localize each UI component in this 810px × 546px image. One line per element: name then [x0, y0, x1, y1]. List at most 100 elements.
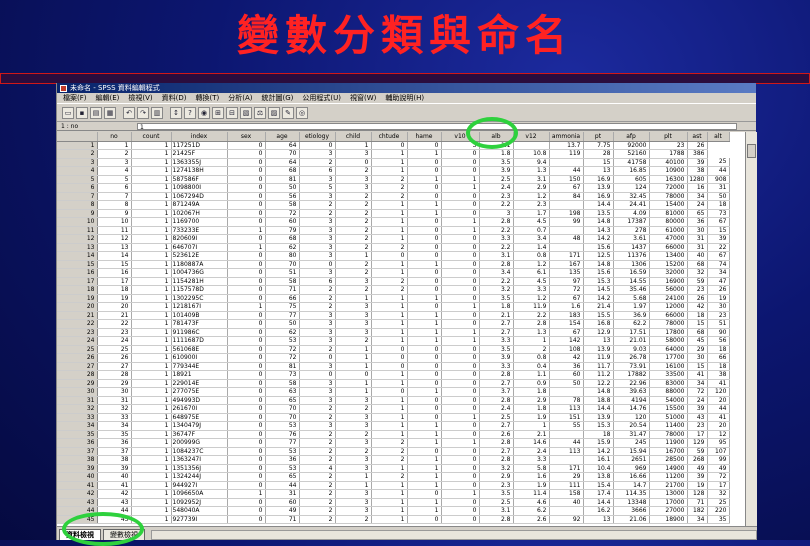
cell-age[interactable]: 81 — [265, 362, 300, 371]
cell-hame[interactable]: 1 — [407, 387, 442, 397]
cell-count[interactable]: 1 — [131, 175, 172, 184]
cell-plt[interactable]: 51000 — [649, 413, 688, 422]
cell-afp[interactable]: 17.51 — [613, 328, 650, 337]
cell-v12[interactable]: 2.8 — [513, 319, 550, 329]
cell-alt[interactable]: 22 — [707, 243, 730, 252]
cell-count[interactable]: 1 — [131, 489, 172, 499]
cell-afp[interactable]: 2651 — [613, 455, 650, 465]
cell-alt[interactable]: 74 — [707, 260, 730, 269]
cell-hame[interactable]: 0 — [407, 515, 442, 524]
cell-v10[interactable]: 0 — [441, 251, 480, 261]
cell-v10[interactable]: 0 — [441, 285, 480, 295]
cell-plt[interactable]: 16700 — [649, 447, 688, 456]
cell-child[interactable]: 2 — [335, 268, 372, 278]
cell-alb[interactable]: 3.4 — [479, 268, 514, 278]
cell-plt[interactable]: 80000 — [649, 217, 688, 227]
cell-pt[interactable]: 18.8 — [583, 396, 614, 405]
cell-age[interactable]: 44 — [265, 481, 300, 490]
cell-v12[interactable]: 5.8 — [513, 464, 550, 473]
cell-afp[interactable]: 14.55 — [613, 277, 650, 286]
cell-index[interactable]: 117251D — [171, 141, 228, 150]
cell-no[interactable]: 24 — [97, 336, 132, 346]
cell-hame[interactable]: 0 — [407, 243, 442, 252]
row-number[interactable]: 23 — [57, 328, 98, 337]
column-header-ammonia[interactable]: ammonia — [549, 132, 584, 142]
cell-v12[interactable]: 4.5 — [513, 217, 550, 227]
cell-ast[interactable]: 19 — [687, 481, 708, 490]
menu-window[interactable]: 視窗(W) — [350, 93, 376, 104]
row-number[interactable]: 26 — [57, 353, 98, 363]
cell-ammonia[interactable]: 92 — [549, 515, 584, 524]
cell-hame[interactable]: 0 — [407, 404, 442, 414]
cell-hame[interactable]: 0 — [407, 345, 442, 354]
cell-hame[interactable]: 1 — [407, 421, 442, 431]
menu-view[interactable]: 檢視(V) — [128, 93, 152, 104]
cell-alb[interactable]: 3.3 — [479, 336, 514, 346]
cell-alb[interactable]: 2.9 — [479, 472, 514, 482]
cell-etiology[interactable]: 2 — [299, 481, 336, 490]
cell-pt[interactable]: 13.9 — [583, 413, 614, 422]
cell-hame[interactable]: 1 — [407, 175, 442, 184]
row-number[interactable]: 35 — [57, 430, 98, 439]
cell-afp[interactable]: 605 — [613, 175, 650, 184]
cell-afp[interactable]: 4194 — [613, 396, 650, 405]
cell-alb[interactable]: 2.8 — [479, 515, 514, 524]
cell-ast[interactable]: 42 — [687, 302, 708, 312]
cell-plt[interactable]: 40100 — [649, 158, 688, 167]
cell-hame[interactable]: 0 — [407, 489, 442, 499]
cell-etiology[interactable]: 6 — [299, 277, 336, 286]
cell-alb[interactable]: 2.8 — [479, 396, 514, 405]
cell-v12[interactable]: 1.2 — [513, 294, 550, 303]
row-number[interactable]: 1 — [57, 141, 98, 150]
cell-v10[interactable]: 1 — [441, 175, 480, 184]
cell-hame[interactable]: 1 — [407, 260, 442, 269]
cell-alb[interactable]: 3.2 — [479, 285, 514, 295]
cell-no[interactable]: 42 — [97, 489, 132, 499]
column-header-ast[interactable]: ast — [687, 132, 708, 142]
cell-v12[interactable]: 0.8 — [513, 251, 550, 261]
cell-v12[interactable]: 1.8 — [513, 404, 550, 414]
cell-v12[interactable]: 10.8 — [513, 149, 550, 159]
row-number[interactable]: 30 — [57, 387, 98, 397]
cell-chtude[interactable]: 2 — [371, 183, 408, 193]
cell-count[interactable]: 1 — [131, 285, 172, 295]
cell-age[interactable]: 36 — [265, 455, 300, 465]
cell-pt[interactable]: 14.8 — [583, 217, 614, 227]
cell-sex[interactable]: 0 — [227, 285, 266, 295]
cell-etiology[interactable]: 2 — [299, 285, 336, 295]
cell-v12[interactable]: 11.4 — [513, 489, 550, 499]
cell-etiology[interactable]: 3 — [299, 226, 336, 235]
cell-index[interactable]: 781473F — [171, 319, 228, 329]
cell-chtude[interactable]: 1 — [371, 226, 408, 235]
cell-index[interactable]: 101409B — [171, 311, 228, 320]
cell-afp[interactable]: 1306 — [613, 260, 650, 269]
cell-alt[interactable]: 49 — [707, 464, 730, 473]
row-number[interactable]: 20 — [57, 302, 98, 312]
cell-count[interactable]: 1 — [131, 302, 172, 312]
column-header-no[interactable]: no — [97, 132, 132, 142]
cell-plt[interactable]: 81000 — [649, 209, 688, 218]
cell-count[interactable]: 1 — [131, 464, 172, 473]
cell-child[interactable]: 1 — [335, 362, 372, 371]
cell-index[interactable]: 21425F — [171, 149, 228, 159]
cell-sex[interactable]: 0 — [227, 260, 266, 269]
cell-no[interactable]: 27 — [97, 362, 132, 371]
cell-afp[interactable]: 21.01 — [613, 336, 650, 346]
cell-age[interactable]: 66 — [265, 294, 300, 303]
cell-ast[interactable]: 43 — [687, 413, 708, 422]
cell-hame[interactable]: 0 — [407, 277, 442, 286]
cell-alt[interactable]: 47 — [707, 277, 730, 286]
cell-index[interactable]: 587586F — [171, 175, 228, 184]
cell-ammonia[interactable]: 99 — [549, 217, 584, 227]
cell-no[interactable]: 20 — [97, 302, 132, 312]
find-icon[interactable]: ◉ — [198, 106, 210, 119]
cell-age[interactable]: 72 — [265, 209, 300, 218]
cell-afp[interactable]: 3.61 — [613, 234, 650, 244]
cell-etiology[interactable]: 3 — [299, 175, 336, 184]
corner-header[interactable] — [57, 132, 98, 142]
cell-alb[interactable]: 2.8 — [479, 370, 514, 380]
cell-v10[interactable]: 0 — [441, 421, 480, 431]
cell-count[interactable]: 1 — [131, 234, 172, 244]
row-number[interactable]: 24 — [57, 336, 98, 346]
cell-alt[interactable]: 56 — [707, 336, 730, 346]
